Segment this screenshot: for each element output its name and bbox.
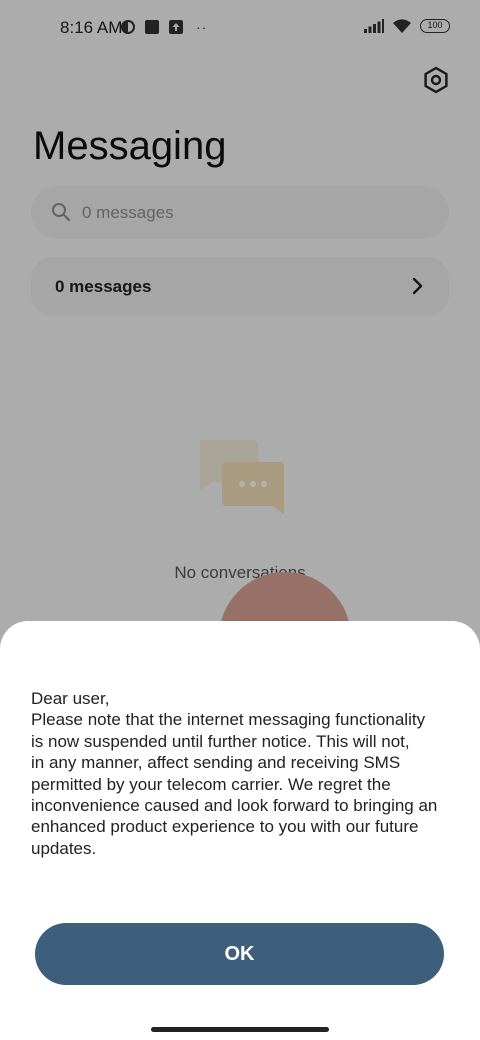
messaging-screen: 8:16 AM ·· 100 Messaging 0 messages 0 me… (0, 0, 480, 1040)
home-indicator[interactable] (151, 1027, 329, 1032)
notice-dialog: Dear user, Please note that the internet… (0, 621, 480, 1040)
ok-button[interactable]: OK (35, 923, 444, 985)
dialog-message: Dear user, Please note that the internet… (31, 689, 438, 858)
